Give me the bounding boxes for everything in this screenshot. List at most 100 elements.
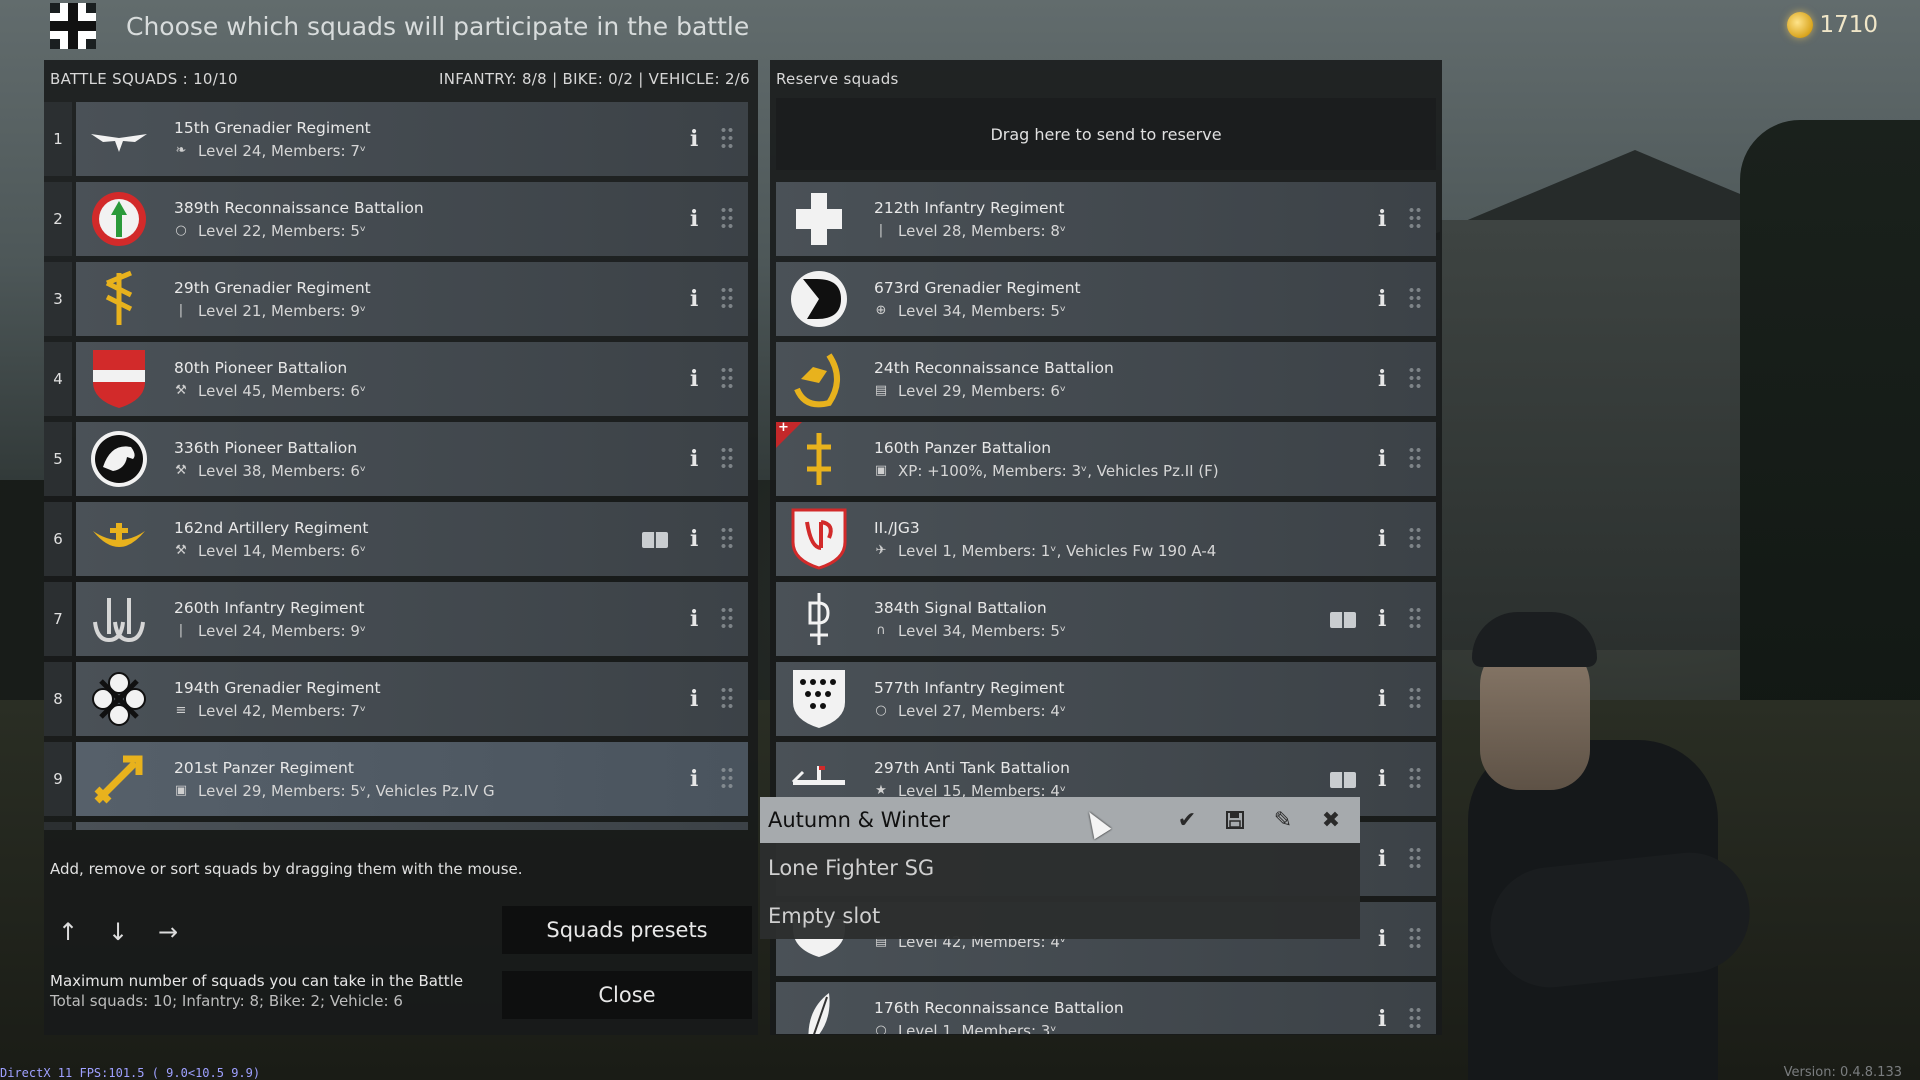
squad-card[interactable]: 336th Pioneer Battalion ⚒ Level 38, Member… (76, 422, 748, 496)
squad-card[interactable]: 162nd Artillery Regiment ⚒ Level 14, Membe… (76, 502, 748, 576)
squad-row[interactable]: 8 194th Grenadier Regiment ≡ Level 42, Memb… (44, 662, 748, 736)
apply-check-icon[interactable]: ✔ (1172, 805, 1202, 835)
balkenkreuz-icon (50, 3, 96, 49)
drag-handle-icon[interactable] (720, 446, 734, 472)
edit-pencil-icon[interactable]: ✎ (1268, 805, 1298, 835)
info-icon[interactable]: i (1378, 1008, 1388, 1030)
squad-row[interactable]: 2 389th Reconnaissance Battalion ○ Level 22… (44, 182, 748, 256)
info-icon[interactable]: i (1378, 848, 1388, 870)
squads-presets-button[interactable]: Squads presets (502, 906, 752, 954)
move-right-icon[interactable]: → (156, 918, 180, 946)
squad-row[interactable]: 5 336th Pioneer Battalion ⚒ Level 38, Membe… (44, 422, 748, 496)
squad-card[interactable]: 29th Grenadier Regiment | Level 21, Member… (76, 262, 748, 336)
headset-icon: ∩ (876, 623, 886, 638)
info-icon[interactable]: i (690, 448, 700, 470)
squad-emblem-icon (84, 104, 154, 174)
squad-card[interactable]: 80th Pioneer Battalion ⚒ Level 45, Members… (76, 342, 748, 416)
drag-handle-icon[interactable] (720, 366, 734, 392)
reserve-drop-zone[interactable]: Drag here to send to reserve (776, 98, 1436, 170)
info-icon[interactable]: i (690, 288, 700, 310)
squad-card[interactable]: 24th Reconnaissance Battalion ▤ Level 29, … (776, 342, 1436, 416)
manual-book-icon[interactable] (1330, 772, 1356, 788)
drag-handle-icon[interactable] (720, 206, 734, 232)
drag-handle-icon[interactable] (1408, 446, 1422, 472)
squad-text: 162nd Artillery Regiment ⚒ Level 14, Membe… (174, 519, 368, 560)
squad-card[interactable]: 384th Signal Battalion ∩ Level 34, Members… (776, 582, 1436, 656)
drag-handle-icon[interactable] (1408, 206, 1422, 232)
squad-row[interactable]: 4 80th Pioneer Battalion ⚒ Level 45, Member… (44, 342, 748, 416)
info-icon[interactable]: i (1378, 528, 1388, 550)
info-icon[interactable]: i (1378, 688, 1388, 710)
drag-handle-icon[interactable] (1408, 606, 1422, 632)
info-icon[interactable]: i (690, 128, 700, 150)
drag-handle-icon[interactable] (720, 526, 734, 552)
squad-row[interactable]: 212th Infantry Regiment | Level 28, Member… (776, 182, 1436, 256)
info-icon[interactable]: i (690, 368, 700, 390)
drag-handle-icon[interactable] (720, 126, 734, 152)
info-icon[interactable]: i (1378, 368, 1388, 390)
drag-handle-icon[interactable] (720, 606, 734, 632)
info-icon[interactable]: i (1378, 768, 1388, 790)
drag-handle-icon[interactable] (1408, 366, 1422, 392)
squad-row[interactable]: 384th Signal Battalion ∩ Level 34, Members… (776, 582, 1436, 656)
squad-row[interactable]: 3 29th Grenadier Regiment | Level 21, Membe… (44, 262, 748, 336)
squad-card[interactable]: 212th Infantry Regiment | Level 28, Member… (776, 182, 1436, 256)
drag-handle-icon[interactable] (1408, 286, 1422, 312)
squad-stats: ⚒ Level 45, Members: 6ᵛ (174, 382, 366, 400)
squad-row[interactable]: 24th Reconnaissance Battalion ▤ Level 29, … (776, 342, 1436, 416)
move-down-icon[interactable]: ↓ (106, 918, 130, 946)
squad-row[interactable]: 176th Reconnaissance Battalion ○ Level 1, … (776, 982, 1436, 1034)
drag-handle-icon[interactable] (1408, 926, 1422, 952)
squad-card[interactable]: 577th Infantry Regiment ○ Level 27, Member… (776, 662, 1436, 736)
info-icon[interactable]: i (1378, 928, 1388, 950)
info-icon[interactable]: i (690, 608, 700, 630)
drag-handle-icon[interactable] (720, 766, 734, 792)
squad-row[interactable]: 6 162nd Artillery Regiment ⚒ Level 14, Memb… (44, 502, 748, 576)
info-icon[interactable]: i (1378, 448, 1388, 470)
squad-card[interactable]: 389th Reconnaissance Battalion ○ Level 22,… (76, 182, 748, 256)
medic-icon: ⊕ (875, 303, 887, 318)
squad-card[interactable]: II./JG3 ✈ Level 1, Members: 1ᵛ, Vehicles F… (776, 502, 1436, 576)
drag-handle-icon[interactable] (1408, 846, 1422, 872)
squad-text: 80th Pioneer Battalion ⚒ Level 45, Members… (174, 359, 366, 400)
squad-card[interactable]: 673rd Grenadier Regiment ⊕ Level 34, Membe… (776, 262, 1436, 336)
squad-row[interactable]: 577th Infantry Regiment ○ Level 27, Member… (776, 662, 1436, 736)
drag-handle-icon[interactable] (720, 686, 734, 712)
drag-handle-icon[interactable] (1408, 766, 1422, 792)
delete-x-icon[interactable]: ✖ (1316, 805, 1346, 835)
save-icon[interactable] (1220, 805, 1250, 835)
info-icon[interactable]: i (690, 208, 700, 230)
squad-card[interactable]: 194th Grenadier Regiment ≡ Level 42, Membe… (76, 662, 748, 736)
squad-row[interactable]: 673rd Grenadier Regiment ⊕ Level 34, Membe… (776, 262, 1436, 336)
squad-card[interactable] (76, 822, 748, 830)
squad-row[interactable]: 160th Panzer Battalion ▣ XP: +100%, Member… (776, 420, 1436, 496)
preset-item[interactable]: Autumn & Winter ✔ ✎ ✖ (760, 797, 1360, 843)
squad-card[interactable]: 260th Infantry Regiment | Level 24, Member… (76, 582, 748, 656)
drag-handle-icon[interactable] (1408, 1006, 1422, 1032)
squad-row[interactable]: II./JG3 ✈ Level 1, Members: 1ᵛ, Vehicles F… (776, 502, 1436, 576)
manual-book-icon[interactable] (642, 532, 668, 548)
preset-item[interactable]: Empty slot (760, 893, 1360, 939)
preset-item[interactable]: Lone Fighter SG (760, 845, 1360, 891)
squad-row-partial[interactable] (44, 822, 748, 830)
move-up-icon[interactable]: ↑ (56, 918, 80, 946)
drag-handle-icon[interactable] (1408, 526, 1422, 552)
info-icon[interactable]: i (690, 768, 700, 790)
info-icon[interactable]: i (1378, 208, 1388, 230)
drag-handle-icon[interactable] (1408, 686, 1422, 712)
info-icon[interactable]: i (1378, 288, 1388, 310)
squad-row[interactable]: 1 15th Grenadier Regiment ❧ Level 24, Membe… (44, 102, 748, 176)
info-icon[interactable]: i (690, 688, 700, 710)
squad-row[interactable]: 9 201st Panzer Regiment ▣ Level 29, Members… (44, 742, 748, 816)
close-button[interactable]: Close (502, 971, 752, 1019)
squad-emblem-icon (784, 504, 854, 574)
squad-card[interactable]: 160th Panzer Battalion ▣ XP: +100%, Member… (776, 420, 1436, 496)
info-icon[interactable]: i (1378, 608, 1388, 630)
manual-book-icon[interactable] (1330, 612, 1356, 628)
squad-row[interactable]: 7 260th Infantry Regiment | Level 24, Membe… (44, 582, 748, 656)
drag-handle-icon[interactable] (720, 286, 734, 312)
info-icon[interactable]: i (690, 528, 700, 550)
squad-card[interactable]: 176th Reconnaissance Battalion ○ Level 1, … (776, 982, 1436, 1034)
squad-card[interactable]: 201st Panzer Regiment ▣ Level 29, Members:… (76, 742, 748, 816)
squad-card[interactable]: 15th Grenadier Regiment ❧ Level 24, Member… (76, 102, 748, 176)
